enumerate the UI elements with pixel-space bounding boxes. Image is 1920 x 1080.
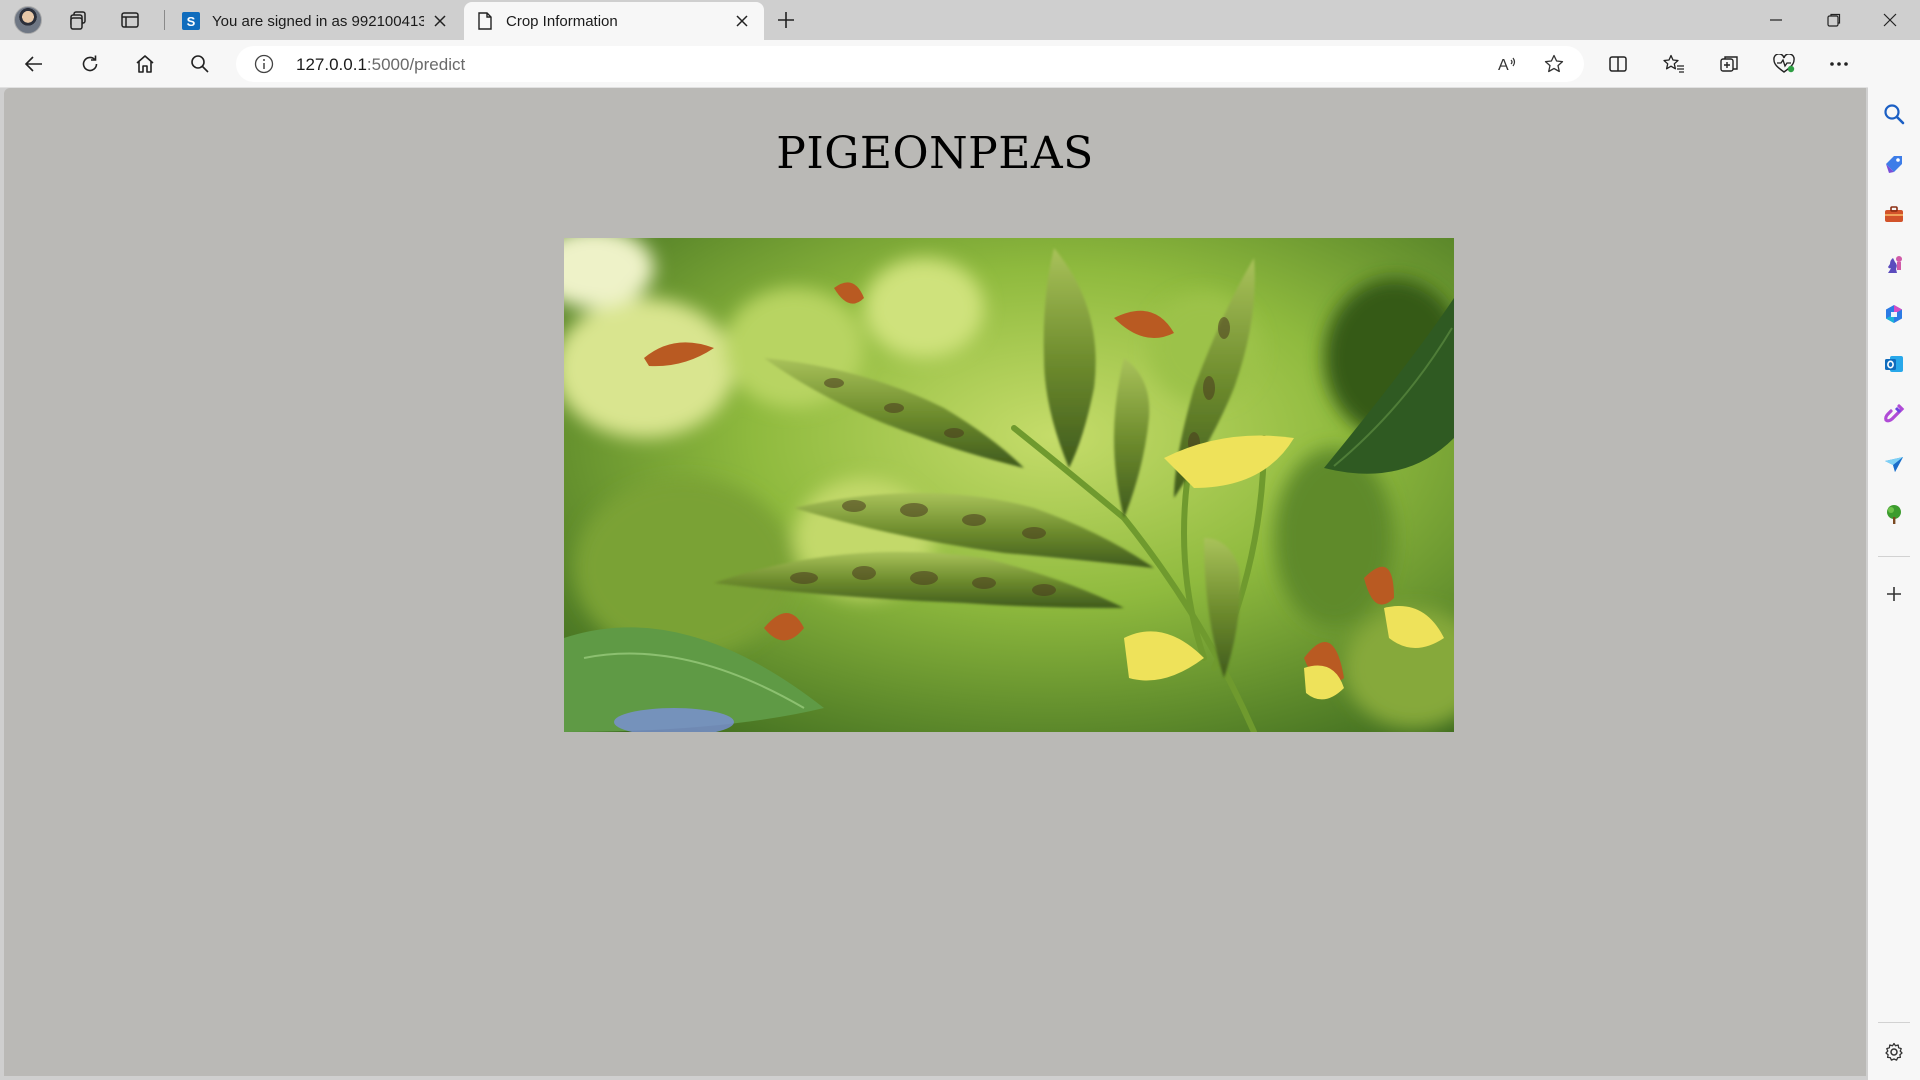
- favorite-star-icon[interactable]: [1542, 54, 1566, 74]
- collections-icon: [1720, 56, 1738, 72]
- close-tab-icon[interactable]: [732, 11, 752, 31]
- sidebar-outlook[interactable]: [1878, 348, 1910, 380]
- edge-sidebar: [1868, 40, 1920, 1080]
- close-tab-icon[interactable]: [430, 11, 450, 31]
- title-bar: S You are signed in as 9921004130 Crop I…: [0, 0, 1920, 40]
- refresh-icon: [82, 55, 98, 72]
- tab-title: You are signed in as 9921004130: [212, 12, 424, 30]
- microsoft-365-icon: [1886, 305, 1902, 323]
- sidebar-tree[interactable]: [1878, 498, 1910, 530]
- sidebar-drop[interactable]: [1878, 448, 1910, 480]
- favorites-button[interactable]: [1656, 46, 1692, 82]
- sidebar-games[interactable]: [1878, 248, 1910, 280]
- search-icon: [191, 55, 209, 73]
- new-tab-button[interactable]: [768, 4, 804, 36]
- search-icon: [1884, 104, 1905, 125]
- page-viewport: PIGEONPEAS: [4, 88, 1866, 1076]
- outlook-icon: [1885, 356, 1903, 372]
- plus-icon: [778, 12, 794, 28]
- collections-button[interactable]: [1711, 46, 1747, 82]
- sidebar-settings[interactable]: [1878, 1036, 1910, 1068]
- minimize-icon: [1770, 19, 1782, 21]
- workspaces-icon[interactable]: [56, 4, 100, 36]
- split-screen-button[interactable]: [1600, 46, 1636, 82]
- gear-icon: [1885, 1042, 1903, 1061]
- browser-essentials-button[interactable]: [1766, 46, 1802, 82]
- restore-button[interactable]: [1806, 0, 1862, 40]
- close-icon: [1883, 13, 1897, 27]
- search-button[interactable]: [182, 46, 218, 82]
- profile-avatar[interactable]: [6, 4, 50, 36]
- tab-crop-information[interactable]: Crop Information: [464, 2, 764, 40]
- home-button[interactable]: [127, 46, 163, 82]
- tab-separator: [164, 10, 165, 30]
- address-bar[interactable]: 127.0.0.1:5000/predict A: [236, 46, 1584, 82]
- sidebar-designer[interactable]: [1878, 398, 1910, 430]
- sidebar-microsoft-365[interactable]: [1878, 298, 1910, 330]
- sidebar-divider: [1878, 1022, 1910, 1023]
- refresh-button[interactable]: [72, 46, 108, 82]
- restore-icon: [1827, 13, 1841, 27]
- plus-icon: [1887, 587, 1901, 601]
- sidebar-divider: [1878, 556, 1910, 557]
- arrow-left-icon: [24, 56, 42, 72]
- avatar: [14, 6, 42, 34]
- heartbeat-icon: [1773, 54, 1795, 73]
- url-path: :5000/predict: [366, 55, 466, 74]
- settings-more-button[interactable]: [1821, 46, 1857, 82]
- more-horizontal-icon: [1830, 62, 1848, 66]
- tab-signed-in[interactable]: S You are signed in as 9921004130: [170, 2, 462, 40]
- svg-text:A: A: [1498, 57, 1509, 74]
- page-icon: [476, 12, 494, 30]
- tools-briefcase-icon: [1885, 206, 1903, 222]
- minimize-button[interactable]: [1748, 0, 1804, 40]
- favorites-list-icon: [1663, 54, 1684, 73]
- page-title: PIGEONPEAS: [776, 128, 1094, 179]
- designer-magnet-icon: [1884, 404, 1905, 423]
- tab-actions-icon[interactable]: [108, 4, 152, 36]
- back-button[interactable]: [16, 46, 52, 82]
- home-icon: [136, 55, 154, 73]
- sidebar-search[interactable]: [1878, 98, 1910, 130]
- read-aloud-icon[interactable]: A: [1496, 54, 1520, 74]
- shopping-tag-icon: [1886, 156, 1902, 173]
- pigeonpea-plant-photo: [564, 238, 1454, 732]
- sidebar-shopping[interactable]: [1878, 148, 1910, 180]
- sidebar-add-button[interactable]: [1878, 578, 1910, 610]
- send-drop-icon: [1885, 457, 1903, 472]
- url-text[interactable]: 127.0.0.1:5000/predict: [296, 55, 465, 75]
- split-screen-icon: [1609, 56, 1627, 72]
- sharepoint-s-icon: S: [182, 12, 200, 30]
- close-window-button[interactable]: [1862, 0, 1918, 40]
- sidebar-tools[interactable]: [1878, 198, 1910, 230]
- crop-image: [564, 238, 1454, 732]
- browser-toolbar: 127.0.0.1:5000/predict A: [0, 40, 1920, 88]
- tab-title: Crop Information: [506, 12, 618, 30]
- url-host: 127.0.0.1: [296, 55, 367, 74]
- games-chess-icon: [1888, 256, 1902, 273]
- info-icon[interactable]: [254, 54, 274, 74]
- tree-icon: [1887, 505, 1901, 524]
